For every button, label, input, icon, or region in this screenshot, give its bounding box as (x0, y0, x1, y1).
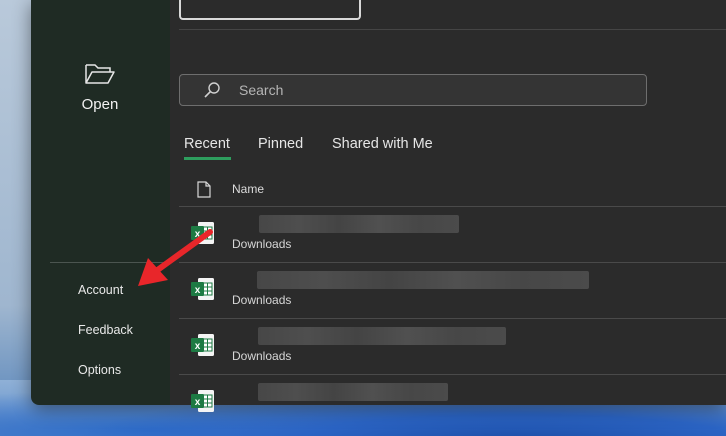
file-location: Downloads (232, 237, 292, 251)
tab-recent[interactable]: Recent (184, 136, 230, 152)
redacted-filename (257, 271, 589, 289)
excel-file-icon: x (191, 390, 214, 412)
excel-file-icon: x (191, 334, 214, 356)
browse-button[interactable] (179, 0, 361, 20)
column-header-name[interactable]: Name (232, 182, 264, 196)
search-icon (204, 82, 220, 98)
open-button[interactable]: Open (45, 56, 155, 128)
file-list-header: Name (179, 176, 726, 207)
svg-text:x: x (195, 397, 201, 408)
redacted-filename (258, 383, 448, 401)
file-row[interactable]: x Downloads (179, 319, 726, 375)
top-divider (179, 29, 726, 30)
folder-open-icon (85, 64, 115, 84)
annotation-arrow-icon (138, 229, 213, 286)
file-row[interactable]: x (179, 375, 726, 412)
sidebar-item-account[interactable]: Account (78, 283, 123, 297)
tab-pinned[interactable]: Pinned (258, 136, 303, 152)
sidebar-item-options[interactable]: Options (78, 363, 121, 377)
open-label: Open (81, 96, 119, 113)
active-tab-indicator (184, 157, 231, 160)
file-row[interactable]: x Downloads (179, 207, 726, 263)
file-location: Downloads (232, 349, 292, 363)
sidebar-item-feedback[interactable]: Feedback (78, 323, 133, 337)
file-row[interactable]: x Downloads (179, 263, 726, 319)
tab-shared-with-me[interactable]: Shared with Me (332, 136, 433, 152)
search-placeholder: Search (239, 82, 284, 98)
file-location: Downloads (232, 293, 292, 307)
svg-text:x: x (195, 341, 201, 352)
document-icon (197, 181, 211, 198)
search-input[interactable]: Search (179, 74, 647, 106)
backstage-sidebar: Open Account Feedback Options (31, 0, 170, 405)
redacted-filename (258, 327, 506, 345)
redacted-filename (259, 215, 459, 233)
